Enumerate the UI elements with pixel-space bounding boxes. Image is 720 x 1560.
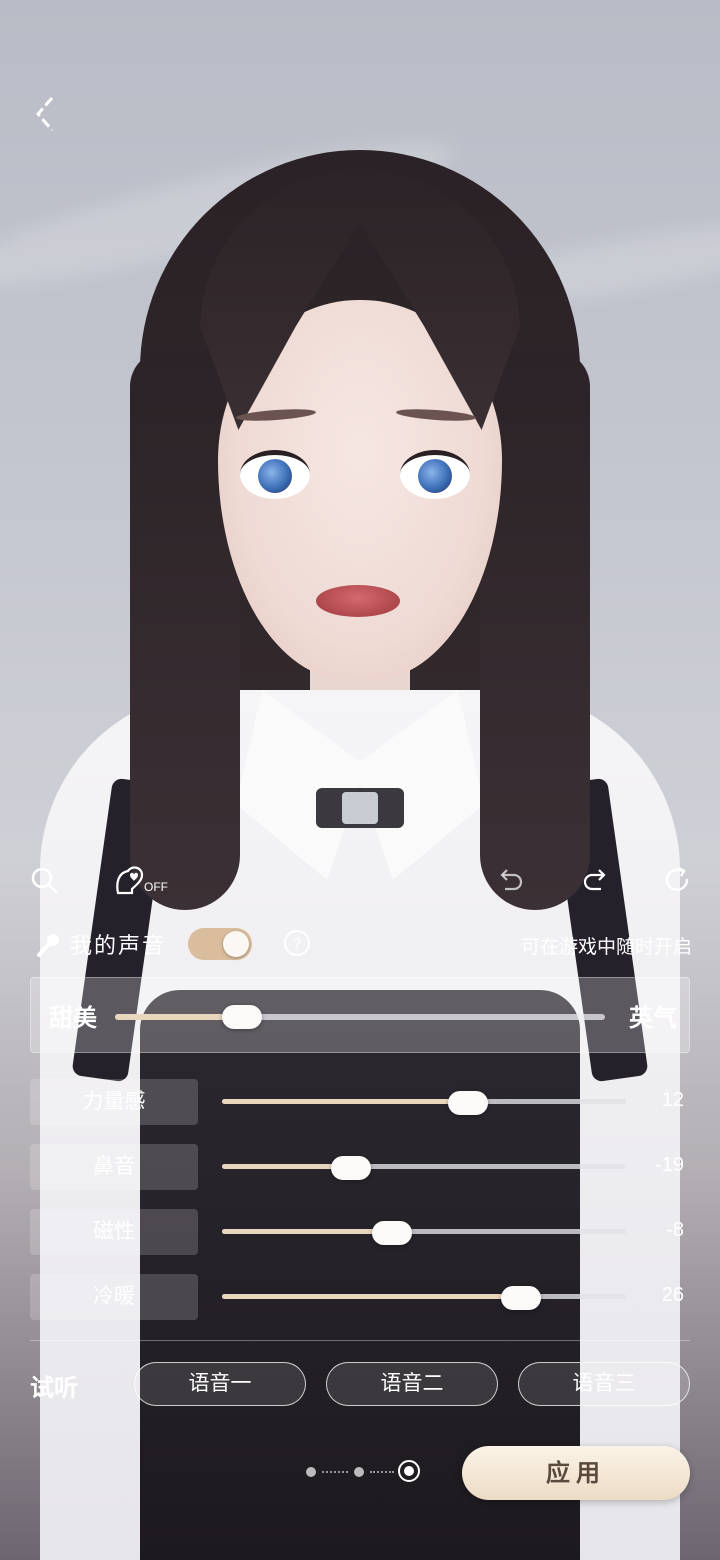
slider-fill [222, 1099, 469, 1104]
microphone-icon [36, 932, 62, 962]
undo-button[interactable] [490, 860, 530, 900]
param-value: 12 [661, 1089, 684, 1111]
heroic-label: 英气 [629, 1003, 677, 1032]
slider-thumb[interactable] [222, 1005, 263, 1029]
undo-icon [500, 869, 523, 891]
my-voice-title: 我的声音 [70, 934, 167, 959]
param-value: 26 [661, 1284, 684, 1306]
redo-button[interactable] [576, 860, 616, 900]
sweet-heroic-slider[interactable] [115, 1005, 605, 1029]
refresh-icon [665, 866, 689, 891]
heart-head-icon [116, 866, 144, 895]
preview-label: 试听 [30, 1373, 78, 1402]
search-icon [31, 867, 58, 894]
help-icon[interactable]: ? [284, 930, 310, 956]
toggle-knob [223, 931, 249, 957]
voice-one-button[interactable]: 语音一 [134, 1362, 306, 1406]
search-button[interactable] [24, 860, 64, 900]
divider [30, 1340, 690, 1341]
page-dot[interactable] [354, 1467, 364, 1477]
slider-thumb[interactable] [500, 1286, 541, 1310]
apply-button[interactable]: 应用 [462, 1446, 690, 1500]
voice-three-button[interactable]: 语音三 [518, 1362, 690, 1406]
param-row-magnetic: 磁性 -8 [30, 1209, 692, 1255]
voice-two-button[interactable]: 语音二 [326, 1362, 498, 1406]
page-dot-active[interactable] [398, 1460, 420, 1482]
slider-thumb[interactable] [331, 1156, 372, 1180]
param-row-warmth: 冷暖 26 [30, 1274, 692, 1320]
sweet-heroic-slider-panel: 甜美 英气 [30, 977, 690, 1053]
voice-hint: 可在游戏中随时开启 [520, 937, 692, 958]
slider-thumb[interactable] [448, 1091, 489, 1115]
slider-thumb[interactable] [371, 1221, 412, 1245]
page-indicator [300, 1458, 430, 1486]
param-row-nasal: 鼻音 -19 [30, 1144, 692, 1190]
param-label: 鼻音 [30, 1144, 198, 1190]
reset-button[interactable] [658, 860, 698, 900]
sweet-label: 甜美 [49, 1003, 97, 1032]
voice-row: 我的声音 ? 可在游戏中随时开启 [30, 924, 692, 964]
param-label: 力量感 [30, 1079, 198, 1125]
param-slider[interactable] [222, 1156, 626, 1180]
avatar-effect-state: OFF [144, 880, 168, 894]
param-value: -8 [666, 1219, 684, 1241]
param-slider[interactable] [222, 1221, 626, 1245]
param-row-strength: 力量感 12 [30, 1079, 692, 1125]
param-slider[interactable] [222, 1286, 626, 1310]
param-value: -19 [655, 1154, 684, 1176]
param-label: 冷暖 [30, 1274, 198, 1320]
my-voice-toggle[interactable] [188, 928, 252, 960]
param-label: 磁性 [30, 1209, 198, 1255]
slider-fill [222, 1294, 521, 1299]
page-dot[interactable] [306, 1467, 316, 1477]
slider-fill [222, 1229, 392, 1234]
chevron-left-icon [36, 97, 54, 131]
redo-icon [583, 869, 606, 891]
back-button[interactable] [24, 92, 68, 136]
param-slider[interactable] [222, 1091, 626, 1115]
